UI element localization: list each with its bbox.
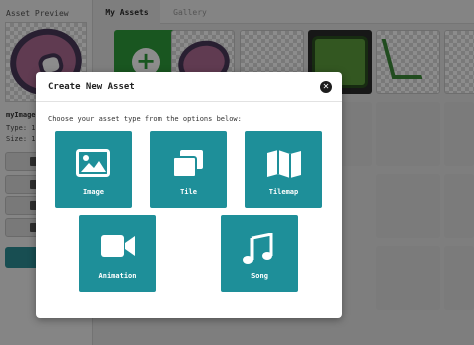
option-tilemap-button[interactable]: Tilemap — [245, 131, 322, 208]
option-image-button[interactable]: Image — [55, 131, 132, 208]
option-tile-label: Tile — [180, 188, 197, 196]
close-icon[interactable]: ✕ — [320, 81, 332, 93]
tile-icon — [172, 150, 203, 178]
map-icon — [267, 150, 301, 178]
dialog-title: Create New Asset — [48, 82, 135, 92]
option-image-label: Image — [82, 188, 105, 196]
option-animation-label: Animation — [98, 272, 137, 280]
option-tile-button[interactable]: Tile — [150, 131, 227, 208]
create-asset-dialog: Create New Asset ✕ Choose your asset typ… — [36, 72, 342, 318]
dialog-header: Create New Asset ✕ — [36, 72, 342, 102]
music-note-icon — [243, 233, 273, 264]
option-animation-button[interactable]: Animation — [79, 215, 156, 292]
option-song-button[interactable]: Song — [221, 215, 298, 292]
dialog-subtitle: Choose your asset type from the options … — [48, 115, 242, 123]
option-song-label: Song — [251, 272, 268, 280]
image-icon — [76, 149, 110, 177]
option-tilemap-label: Tilemap — [268, 188, 299, 196]
video-icon — [101, 235, 135, 257]
